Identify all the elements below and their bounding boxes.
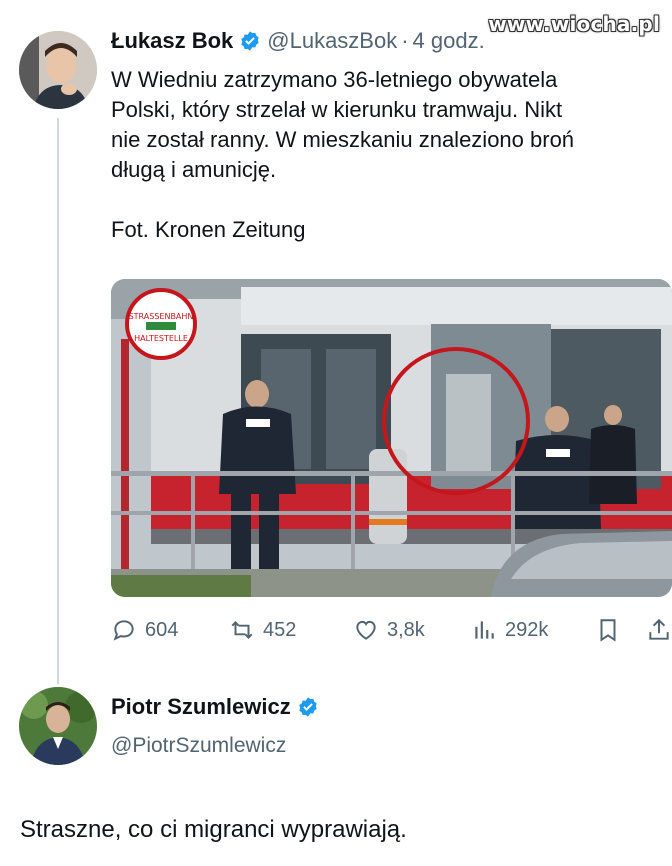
- bookmark-button[interactable]: [595, 617, 621, 643]
- avatar-photo: [19, 31, 97, 109]
- photo-credit: Fot. Kronen Zeitung: [111, 217, 306, 242]
- reply-header: Piotr Szumlewicz: [111, 694, 325, 720]
- tweet-text-line: nie został ranny. W mieszkaniu znalezion…: [111, 127, 575, 152]
- share-button[interactable]: [646, 617, 672, 643]
- heart-icon: [356, 620, 376, 640]
- tweet-actions: 604 452 3,8k 292k: [111, 614, 672, 646]
- tweet-header: Łukasz Bok @LukaszBok · 4 godz.: [111, 28, 485, 54]
- tweet-text-line: W Wiedniu zatrzymano 36-letniego obywate…: [111, 67, 558, 92]
- tram-police-image: STRASSENBAHN HALTESTELLE: [111, 279, 672, 597]
- reply-button[interactable]: 604: [111, 617, 178, 643]
- like-count: 3,8k: [387, 618, 425, 641]
- reply-text: Straszne, co ci migranci wyprawiają.: [20, 816, 407, 843]
- reply-author-handle[interactable]: @PiotrSzumlewicz: [111, 734, 286, 758]
- share-icon: [649, 618, 669, 640]
- stop-sign-text: STRASSENBAHN: [129, 312, 194, 321]
- like-button[interactable]: 3,8k: [353, 617, 425, 643]
- reply-icon: [113, 620, 134, 641]
- tweet-text-line: Polski, który strzelał w kierunku tramwa…: [111, 97, 563, 122]
- watermark-logo: www.wiocha.pl: [488, 12, 660, 36]
- separator-dot: ·: [401, 28, 409, 53]
- avatar-photo: [19, 687, 97, 765]
- tweet-photo[interactable]: STRASSENBAHN HALTESTELLE: [111, 279, 672, 597]
- repost-icon: [231, 621, 253, 639]
- verified-badge-icon: [241, 31, 259, 51]
- reply-count: 604: [145, 618, 179, 641]
- verified-badge-icon: [299, 697, 317, 717]
- svg-text:HALTESTELLE: HALTESTELLE: [134, 334, 188, 343]
- views-chart-icon: [475, 621, 494, 639]
- author-handle[interactable]: @LukaszBok: [267, 28, 397, 54]
- reply-author-name[interactable]: Piotr Szumlewicz: [111, 694, 291, 720]
- views-count: 292k: [505, 618, 549, 641]
- author-name[interactable]: Łukasz Bok: [111, 28, 233, 54]
- bookmark-icon: [600, 619, 616, 642]
- avatar-piotr-szumlewicz[interactable]: [19, 687, 97, 765]
- repost-button[interactable]: 452: [229, 617, 296, 643]
- tweet-text-line: długą i amunicję.: [111, 157, 277, 182]
- tweet-time[interactable]: 4 godz.: [413, 28, 485, 54]
- tweet-text: W Wiedniu zatrzymano 36-letniego obywate…: [111, 65, 661, 245]
- thread-line: [57, 118, 59, 684]
- repost-count: 452: [263, 618, 297, 641]
- views-button[interactable]: 292k: [471, 617, 548, 643]
- avatar-lukasz-bok[interactable]: [19, 31, 97, 109]
